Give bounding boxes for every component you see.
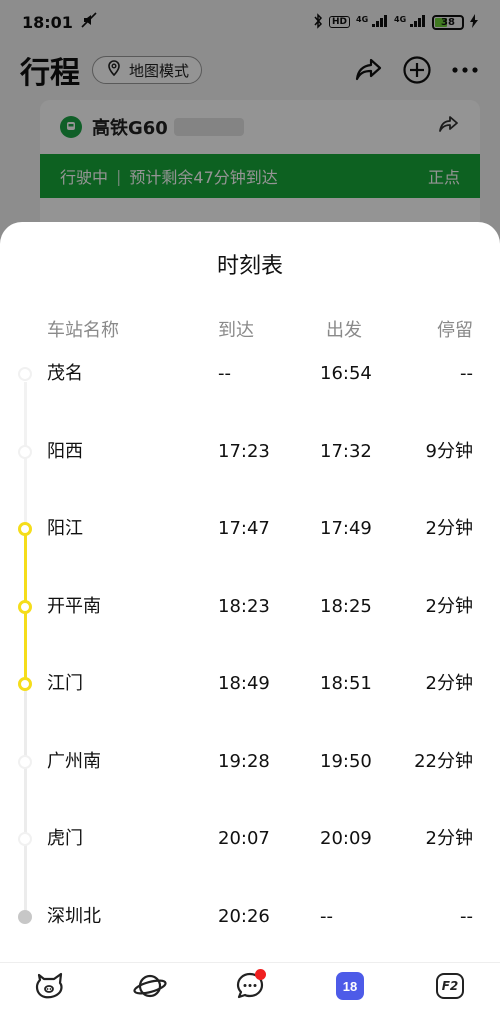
nav-message-icon[interactable] bbox=[230, 966, 270, 1006]
depart-time: 18:25 bbox=[320, 595, 372, 617]
table-row: 广州南 19:28 19:50 22分钟 bbox=[0, 742, 500, 782]
arrive-time: 18:49 bbox=[218, 673, 270, 694]
column-stop: 停留 bbox=[437, 320, 473, 341]
station-marker bbox=[18, 909, 32, 924]
table-row: 阳西 17:23 17:32 9分钟 bbox=[0, 432, 500, 472]
stop-duration: 2分钟 bbox=[425, 673, 473, 694]
station-name: 阳江 bbox=[47, 518, 83, 539]
nav-calendar-icon[interactable]: 18 bbox=[330, 966, 370, 1006]
stop-duration: 2分钟 bbox=[425, 828, 473, 849]
station-marker bbox=[18, 522, 32, 536]
station-name: 深圳北 bbox=[47, 905, 101, 927]
station-marker bbox=[18, 367, 32, 381]
station-name: 茂名 bbox=[47, 363, 83, 384]
depart-time: 17:49 bbox=[320, 518, 372, 539]
bottom-nav: 18 F2 bbox=[0, 962, 500, 1009]
stop-duration: 22分钟 bbox=[414, 750, 473, 772]
calendar-day: 18 bbox=[336, 972, 364, 1000]
arrive-time: 20:26 bbox=[218, 905, 270, 927]
depart-time: 20:09 bbox=[320, 828, 372, 849]
table-row: 开平南 18:23 18:25 2分钟 bbox=[0, 587, 500, 627]
station-marker bbox=[18, 444, 32, 459]
table-row: 阳江 17:47 17:49 2分钟 bbox=[0, 509, 500, 549]
notification-badge bbox=[255, 969, 266, 980]
sheet-title: 时刻表 bbox=[216, 254, 283, 279]
arrive-time: 18:23 bbox=[218, 595, 270, 617]
nav-pig-icon[interactable] bbox=[30, 966, 70, 1006]
arrive-time: 19:28 bbox=[218, 750, 270, 772]
nav-planet-icon[interactable] bbox=[130, 966, 170, 1006]
arrive-time: 20:07 bbox=[218, 828, 270, 849]
stop-duration: 9分钟 bbox=[425, 440, 473, 462]
depart-time: 17:32 bbox=[320, 440, 372, 462]
nav-f2-icon[interactable]: F2 bbox=[430, 966, 470, 1006]
table-row: 茂名 -- 16:54 -- bbox=[0, 354, 500, 394]
column-arrive: 到达 bbox=[218, 320, 254, 341]
timetable-sheet: 时刻表 车站名称 到达 出发 停留 茂名 -- 16:54 -- 阳西 17:2… bbox=[0, 222, 500, 962]
station-name: 广州南 bbox=[47, 750, 101, 772]
depart-time: -- bbox=[320, 905, 333, 927]
table-row: 江门 18:49 18:51 2分钟 bbox=[0, 664, 500, 704]
station-name: 阳西 bbox=[47, 440, 83, 462]
station-marker bbox=[18, 677, 32, 691]
arrive-time: 17:23 bbox=[218, 440, 270, 462]
station-marker bbox=[18, 754, 32, 769]
f2-label: F2 bbox=[436, 973, 464, 999]
column-depart: 出发 bbox=[326, 320, 362, 341]
station-name: 虎门 bbox=[47, 828, 83, 849]
table-row: 深圳北 20:26 -- -- bbox=[0, 897, 500, 937]
stop-duration: 2分钟 bbox=[425, 595, 473, 617]
stop-duration: -- bbox=[460, 905, 473, 927]
stop-duration: 2分钟 bbox=[425, 518, 473, 539]
station-name: 开平南 bbox=[47, 595, 101, 617]
arrive-time: -- bbox=[218, 363, 231, 384]
depart-time: 16:54 bbox=[320, 363, 372, 384]
station-marker bbox=[18, 832, 32, 846]
stop-duration: -- bbox=[460, 363, 473, 384]
column-station: 车站名称 bbox=[47, 320, 119, 341]
track-line-upcoming bbox=[24, 684, 27, 916]
depart-time: 19:50 bbox=[320, 750, 372, 772]
station-marker bbox=[18, 599, 32, 614]
station-name: 江门 bbox=[47, 673, 83, 694]
depart-time: 18:51 bbox=[320, 673, 372, 694]
table-row: 虎门 20:07 20:09 2分钟 bbox=[0, 819, 500, 859]
arrive-time: 17:47 bbox=[218, 518, 270, 539]
